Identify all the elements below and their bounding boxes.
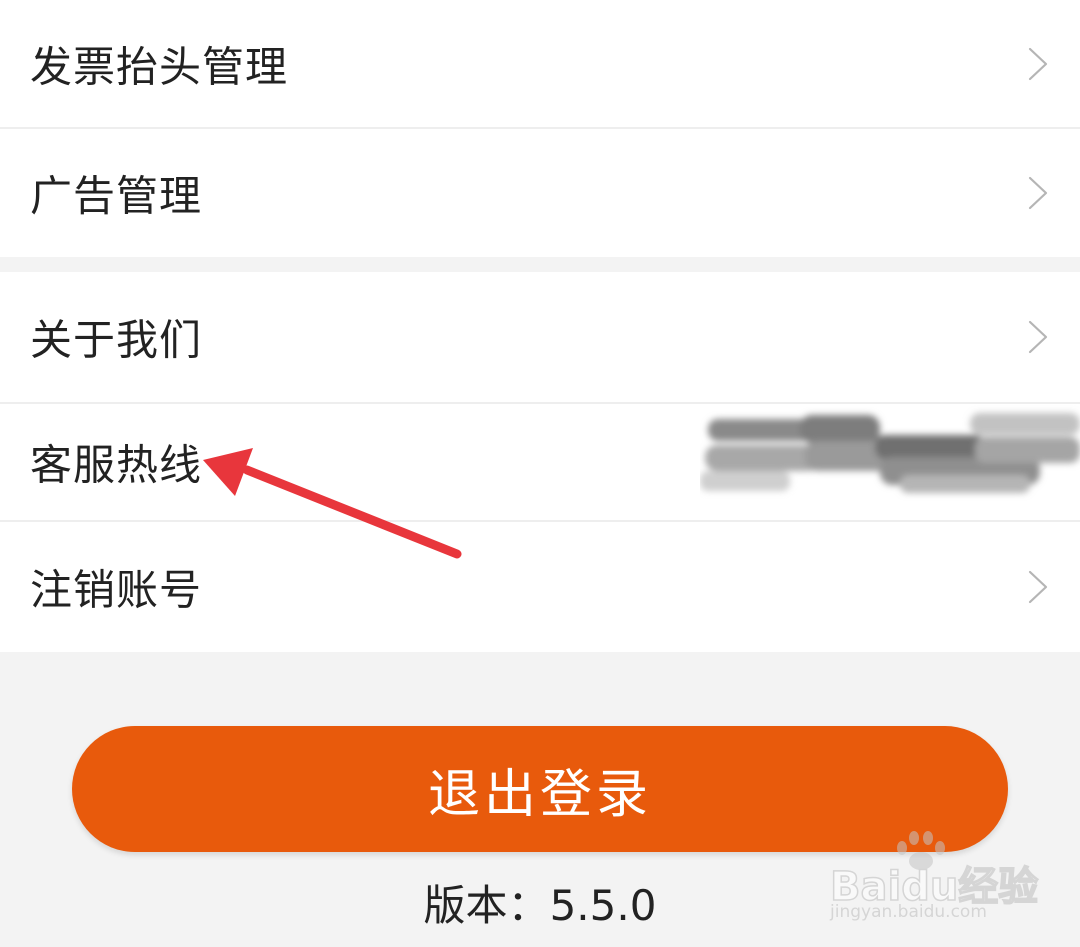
chevron-right-icon <box>1028 570 1048 604</box>
menu-item-about-us[interactable]: 关于我们 <box>0 272 1080 402</box>
version-number: 5.5.0 <box>549 881 657 930</box>
watermark-url: jingyan.baidu.com <box>830 902 987 922</box>
version-prefix: 版本： <box>423 881 550 930</box>
menu-item-invoice-title[interactable]: 发票抬头管理 <box>0 0 1080 127</box>
menu-item-label: 发票抬头管理 <box>30 42 289 91</box>
menu-item-label: 广告管理 <box>30 171 203 221</box>
annotation-arrow-icon <box>203 448 462 559</box>
chevron-right-icon <box>1028 320 1048 354</box>
menu-item-label: 关于我们 <box>30 315 203 365</box>
chevron-right-icon <box>1028 47 1048 80</box>
menu-item-ad-management[interactable]: 广告管理 <box>0 129 1080 257</box>
menu-item-cancel-account[interactable]: 注销账号 <box>0 522 1080 652</box>
menu-group-1: 发票抬头管理 广告管理 <box>0 0 1080 257</box>
menu-item-label: 注销账号 <box>30 565 203 615</box>
redacted-phone-number <box>700 413 1080 493</box>
menu-item-label: 客服热线 <box>30 440 203 490</box>
baidu-watermark: Baidu经验 jingyan.baidu.com <box>826 830 1039 930</box>
chevron-right-icon <box>1028 176 1048 210</box>
